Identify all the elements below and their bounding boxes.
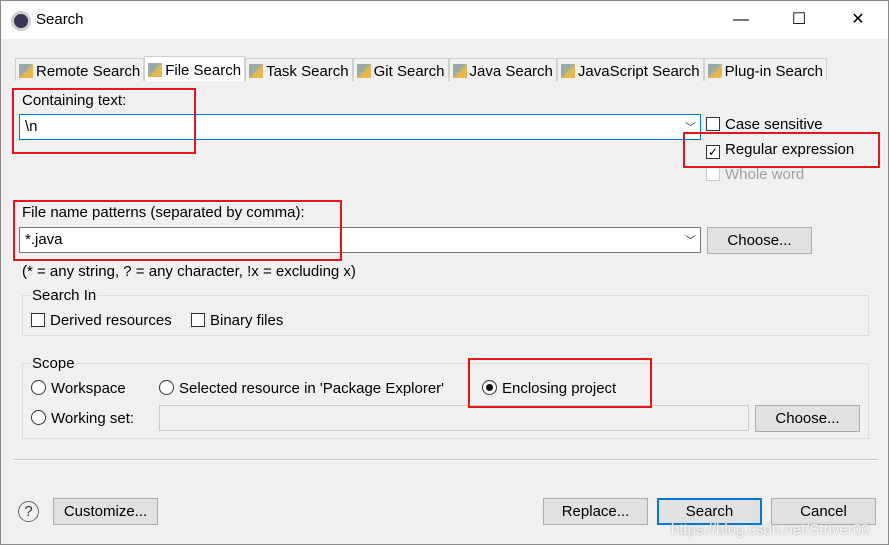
tab-file-search[interactable]: File Search [144,56,246,81]
working-set-input[interactable] [159,405,749,431]
plugin-search-icon [707,64,722,78]
scope-label: Scope [31,355,76,372]
choose-working-set-button[interactable]: Choose... [755,405,860,432]
derived-resources-checkbox[interactable]: Derived resources [31,312,172,329]
javascript-search-icon [560,64,575,78]
task-search-icon [249,64,264,78]
highlight-box-patterns [13,200,342,261]
close-button[interactable]: ✕ [838,5,878,35]
remote-search-icon [19,64,33,78]
tab-java-search[interactable]: Java Search [448,58,557,81]
chevron-down-icon[interactable]: ﹀ [685,231,696,251]
file-search-icon [148,63,163,77]
separator [14,459,878,461]
tab-plugin-search[interactable]: Plug-in Search [703,58,828,81]
tab-task-search[interactable]: Task Search [245,58,353,81]
workspace-radio[interactable]: Workspace [31,380,126,397]
git-search-icon [356,64,371,78]
highlight-box-regex [683,132,880,168]
window-title: Search [36,11,84,28]
case-sensitive-checkbox[interactable]: Case sensitive [706,116,823,133]
java-search-icon [452,64,467,78]
replace-button[interactable]: Replace... [543,498,648,525]
whole-word-checkbox: Whole word [706,166,804,183]
eclipse-icon [11,11,31,31]
patterns-hint: (* = any string, ? = any character, !x =… [22,263,356,280]
working-set-radio[interactable]: Working set: [31,410,134,427]
watermark: https://blog.csdn.net/Striver00 [671,521,870,538]
help-icon[interactable]: ? [18,501,39,522]
maximize-button[interactable]: ☐ [779,5,819,35]
highlight-box-enclosing [468,358,652,408]
choose-patterns-button[interactable]: Choose... [707,227,812,254]
search-in-label: Search In [31,287,98,304]
tab-javascript-search[interactable]: JavaScript Search [556,58,704,81]
tab-remote-search[interactable]: Remote Search [15,58,145,81]
highlight-box-containing [12,88,196,154]
minimize-button[interactable]: — [721,5,761,35]
customize-button[interactable]: Customize... [53,498,158,525]
tab-git-search[interactable]: Git Search [352,58,449,81]
binary-files-checkbox[interactable]: Binary files [191,312,283,329]
selected-resource-radio[interactable]: Selected resource in 'Package Explorer' [159,380,444,397]
search-tabs: Remote Search File Search Task Search Gi… [15,56,828,81]
